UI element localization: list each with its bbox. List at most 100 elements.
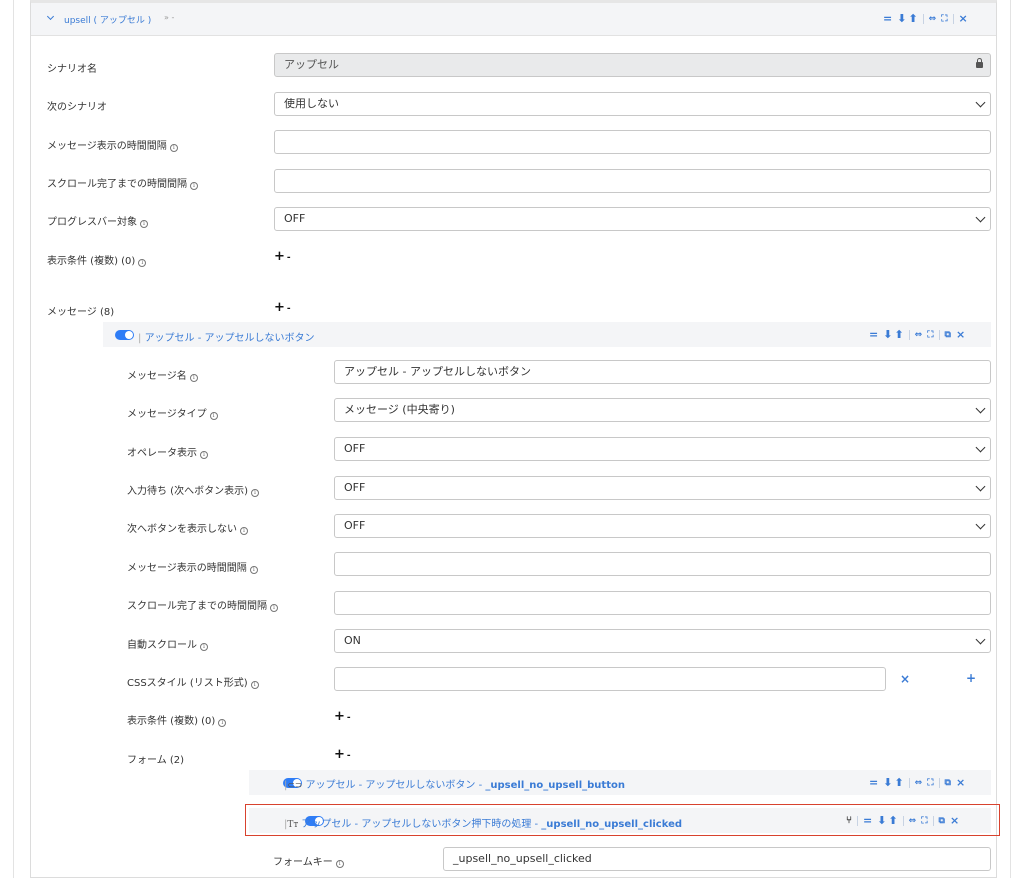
message-name-label: メッセージ名 i [127,367,198,382]
css-style-label: CSSスタイル (リスト形式) i [127,674,259,689]
scenario-toolbar: = ⬇ ⬆ ⇔ ⛶ × [883,12,968,25]
info-icon: i [138,259,147,267]
message-type-value: メッセージ (中央寄り) [344,403,455,416]
drag-handle-icon[interactable]: = [869,328,878,341]
display-conditions-link[interactable]: 表示条件 (複数) (0) i [47,252,147,267]
operator-label: オペレータ表示 i [127,444,208,459]
scroll-interval-input-2[interactable] [334,591,991,615]
close-icon[interactable]: × [959,12,968,25]
progress-bar-value: OFF [284,212,306,225]
close-icon[interactable]: × [956,328,965,341]
expand-icon[interactable]: ⛶ [941,14,947,24]
message-title[interactable]: | アップセル - アップセルしないボタン [138,329,315,344]
operator-value: OFF [344,442,366,455]
form-key-input[interactable]: _upsell_no_upsell_clicked [443,847,991,871]
scenario-name-label: シナリオ名 [47,64,97,75]
scenario-header[interactable] [31,3,996,36]
form-key-value: _upsell_no_upsell_clicked [453,852,592,865]
info-icon: i [250,681,259,689]
message-interval-input[interactable] [274,130,991,154]
drag-handle-icon[interactable]: = [883,12,892,25]
move-up-icon[interactable]: ⬆ [894,328,903,341]
wait-input-select[interactable]: OFF [334,476,991,500]
move-down-icon[interactable]: ⬇ [897,12,906,25]
hide-next-label: 次へボタンを表示しない i [127,520,248,535]
info-icon: i [240,527,248,535]
hide-next-select[interactable]: OFF [334,514,991,538]
expand-icon[interactable]: ⛶ [921,816,927,826]
move-up-icon[interactable]: ⬆ [888,814,897,827]
message-conditions-link[interactable]: 表示条件 (複数) (0) i [127,712,227,727]
message-interval-input-2[interactable] [334,552,991,576]
form-title-2[interactable]: |Tт アップセル - アップセルしないボタン押下時の処理 - _upsell_n… [284,815,682,830]
autoscroll-value: ON [344,634,361,647]
form-toolbar-2: ⑂ = ⬇ ⬆ ⇔ ⛶ ⧉ × [846,814,959,827]
message-enabled-toggle[interactable] [115,330,134,340]
progress-bar-select[interactable]: OFF [274,207,991,231]
message-type-select[interactable]: メッセージ (中央寄り) [334,398,991,422]
move-up-icon[interactable]: ⬆ [908,12,917,25]
add-css-button[interactable]: + [966,671,976,685]
message-toolbar: = ⬇ ⬆ ⇔ ⛶ ⧉ × [869,328,965,341]
info-icon: i [140,220,148,228]
next-scenario-value: 使用しない [284,97,339,110]
expand-icon[interactable]: ⛶ [927,778,933,788]
info-icon: i [270,604,278,612]
autoscroll-label: 自動スクロール i [127,636,208,651]
add-condition-button[interactable]: + - [274,249,291,264]
move-down-icon[interactable]: ⬇ [883,328,892,341]
info-icon: i [335,860,344,868]
scroll-interval-input[interactable] [274,169,991,193]
message-name-value: アップセル - アップセルしないボタン [344,365,531,378]
text-icon: Tт [287,820,299,830]
add-form-button[interactable]: + - [334,747,351,762]
info-icon: i [189,374,198,382]
close-icon[interactable]: × [956,776,965,789]
branch-icon[interactable]: ⑂ [846,815,852,826]
scroll-interval-label-2: スクロール完了までの時間間隔 i [127,597,278,612]
messages-link[interactable]: メッセージ (8) [47,303,114,318]
operator-select[interactable]: OFF [334,437,991,461]
collapse-icon[interactable]: ⇔ [915,330,923,340]
css-style-input[interactable] [334,667,886,691]
add-message-condition-button[interactable]: + - [334,709,351,724]
next-scenario-label: 次のシナリオ [47,102,107,113]
remove-css-button[interactable]: × [900,672,910,686]
wait-input-label: 入力待ち (次へボタン表示) i [127,482,259,497]
move-up-icon[interactable]: ⬆ [894,776,903,789]
info-icon: i [250,489,259,497]
info-icon: i [200,451,208,459]
scroll-interval-label: スクロール完了までの時間間隔 i [47,175,198,190]
move-down-icon[interactable]: ⬇ [877,814,886,827]
collapse-icon[interactable]: ⇔ [909,816,917,826]
info-icon: i [169,144,178,152]
message-type-label: メッセージタイプ i [127,405,218,420]
collapse-icon[interactable]: ⇔ [915,778,923,788]
collapse-icon[interactable]: ⇔ [929,14,937,24]
add-message-button[interactable]: + - [274,300,291,315]
wait-input-value: OFF [344,481,366,494]
info-icon: i [200,643,208,651]
scenario-name-value: アップセル [284,58,339,71]
info-icon: i [249,566,258,574]
message-name-input[interactable]: アップセル - アップセルしないボタン [334,360,991,384]
next-scenario-select[interactable]: 使用しない [274,92,991,116]
expand-icon[interactable]: ⛶ [927,330,933,340]
close-icon[interactable]: × [950,814,959,827]
copy-icon[interactable]: ⧉ [945,778,951,788]
link-icon: ⊂⊃ [287,781,303,791]
copy-icon[interactable]: ⧉ [939,816,945,826]
autoscroll-select[interactable]: ON [334,629,991,653]
info-icon: i [190,182,198,190]
drag-handle-icon[interactable]: = [869,776,878,789]
scenario-name-field: アップセル [274,53,991,77]
form-toolbar-1: = ⬇ ⬆ ⇔ ⛶ ⧉ × [869,776,965,789]
copy-icon[interactable]: ⧉ [945,330,951,340]
drag-handle-icon[interactable]: = [863,814,872,827]
scenario-title[interactable]: upsell ( アップセル ) [64,13,151,26]
form-title-1[interactable]: |⊂⊃ アップセル - アップセルしないボタン - _upsell_no_upse… [284,776,625,791]
move-down-icon[interactable]: ⬇ [883,776,892,789]
hide-next-value: OFF [344,519,366,532]
progress-bar-label: プログレスバー対象 i [47,213,148,228]
forms-link[interactable]: フォーム (2) [127,751,184,766]
